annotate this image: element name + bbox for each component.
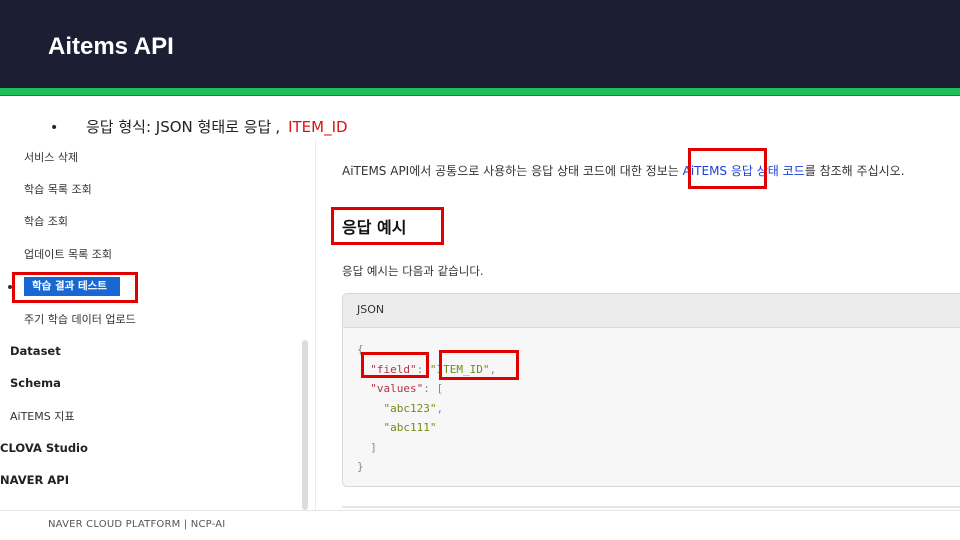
sidebar-item-training-detail[interactable]: 학습 조회	[24, 213, 68, 229]
sidebar-item-dataset[interactable]: Dataset	[10, 344, 61, 358]
sidebar-item-naver-api[interactable]: NAVER API	[0, 473, 69, 487]
code-close-bracket: ]	[370, 440, 377, 454]
highlight-box-heading	[331, 207, 444, 245]
bullet-text: 응답 형식: JSON 형태로 응답	[86, 118, 272, 136]
slide-header: Aitems API	[0, 0, 960, 88]
sidebar-item-delete-service[interactable]: 서비스 삭제	[24, 149, 78, 165]
code-language-label: JSON	[343, 294, 960, 328]
bullet-line: • 응답 형식: JSON 형태로 응답, ITEM_ID	[50, 116, 348, 137]
code-value-item: "abc111"	[383, 421, 437, 434]
section-description: 응답 예시는 다음과 같습니다.	[342, 264, 484, 278]
code-value-item: "abc123"	[383, 401, 437, 415]
intro-paragraph: AiTEMS API에서 공통으로 사용하는 응답 상태 코드에 대한 정보는 …	[342, 162, 905, 179]
docs-content: AiTEMS API에서 공통으로 사용하는 응답 상태 코드에 대한 정보는 …	[316, 140, 960, 510]
sidebar-item-training-list[interactable]: 학습 목록 조회	[24, 181, 92, 197]
highlight-box-field-value	[439, 350, 519, 380]
slide-footer: NAVER CLOUD PLATFORM | NCP-AI	[0, 510, 960, 540]
bullet-highlight: ITEM_ID	[288, 118, 348, 136]
footer-text: NAVER CLOUD PLATFORM | NCP-AI	[48, 519, 226, 530]
content-divider	[342, 506, 960, 508]
sidebar-item-clova-studio[interactable]: CLOVA Studio	[0, 441, 88, 455]
accent-bar	[0, 88, 960, 96]
highlight-box-field-key	[361, 352, 429, 378]
highlight-box-status-link	[688, 148, 767, 189]
docs-sidebar: 서비스 삭제 학습 목록 조회 학습 조회 업데이트 목록 조회 학습 결과 테…	[0, 140, 316, 510]
intro-text: AiTEMS API에서 공통으로 사용하는 응답 상태 코드에 대한 정보는	[342, 164, 683, 178]
sidebar-scrollbar[interactable]	[302, 340, 308, 510]
intro-text-end: 를 참조해 주십시오.	[804, 164, 905, 178]
bullet-dot: •	[50, 120, 59, 136]
sidebar-item-update-list[interactable]: 업데이트 목록 조회	[24, 246, 112, 262]
code-body: { "field": "ITEM_ID", "values": [ "abc12…	[357, 343, 497, 473]
code-values-key: "values"	[370, 382, 424, 395]
slide-title: Aitems API	[48, 33, 174, 60]
code-close-brace: }	[357, 460, 364, 473]
bullet-separator: ,	[275, 118, 281, 136]
code-block: JSON { "field": "ITEM_ID", "values": [ "…	[342, 293, 960, 487]
sidebar-item-periodic-upload[interactable]: 주기 학습 데이터 업로드	[24, 311, 136, 327]
sidebar-item-aitems-metrics[interactable]: AiTEMS 지표	[10, 408, 74, 424]
highlight-box-active-item	[12, 272, 138, 303]
sidebar-item-schema[interactable]: Schema	[10, 376, 61, 390]
